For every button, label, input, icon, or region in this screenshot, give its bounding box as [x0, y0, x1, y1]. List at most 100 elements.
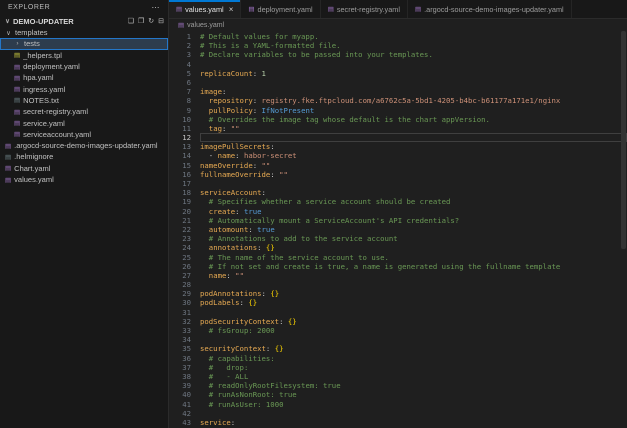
code-line[interactable]: 10 # Overrides the image tag whose defau…	[169, 115, 627, 124]
tree-item-label: NOTES.txt	[23, 96, 59, 105]
project-header[interactable]: ∨ DEMO-UPDATER ❏ ❐ ↻ ⊟	[0, 15, 168, 27]
code-line[interactable]: 9 pullPolicy: IfNotPresent	[169, 106, 627, 115]
code-line[interactable]: 2# This is a YAML-formatted file.	[169, 41, 627, 50]
yaml-file-icon: ▤	[328, 5, 334, 13]
code-line[interactable]: 36 # capabilities:	[169, 354, 627, 363]
code-line[interactable]: 42	[169, 409, 627, 418]
collapse-all-icon[interactable]: ⊟	[158, 17, 164, 25]
breadcrumb[interactable]: ▤ values.yaml	[169, 19, 627, 31]
tree-item-values-yaml[interactable]: ▤values.yaml	[0, 174, 168, 185]
code-line[interactable]: 27 name: ""	[169, 271, 627, 280]
code-line[interactable]: 19 # Specifies whether a service account…	[169, 197, 627, 206]
more-actions-icon[interactable]: ⋯	[152, 3, 161, 12]
code-line-text: # Specifies whether a service account sh…	[200, 197, 627, 206]
tree-item-chart-yaml[interactable]: ▤Chart.yaml	[0, 163, 168, 174]
explorer-sidebar: EXPLORER ⋯ ∨ DEMO-UPDATER ❏ ❐ ↻ ⊟ ∨templ…	[0, 0, 169, 428]
line-number: 24	[169, 243, 200, 252]
refresh-icon[interactable]: ↻	[148, 17, 154, 25]
tree-item-argocd-source-demo-images-updater-yaml[interactable]: ▤.argocd-source-demo-images-updater.yaml	[0, 140, 168, 151]
code-line[interactable]: 14 - name: habor-secret	[169, 151, 627, 160]
code-line[interactable]: 41 # runAsUser: 1000	[169, 400, 627, 409]
code-line[interactable]: 3# Declare variables to be passed into y…	[169, 50, 627, 59]
code-line[interactable]: 38 # - ALL	[169, 372, 627, 381]
code-line[interactable]: 24 annotations: {}	[169, 243, 627, 252]
scrollbar-thumb[interactable]	[621, 31, 626, 249]
tree-item-label: service.yaml	[23, 119, 65, 128]
tab-deployment-yaml[interactable]: ▤deployment.yaml	[241, 0, 320, 18]
line-number: 43	[169, 418, 200, 427]
code-line[interactable]: 11 tag: ""	[169, 124, 627, 133]
explorer-header: EXPLORER ⋯	[0, 0, 168, 15]
tab-argocd-source-demo-images-updater-yaml[interactable]: ▤.argocd-source-demo-images-updater.yaml	[408, 0, 572, 18]
code-line[interactable]: 23 # Annotations to add to the service a…	[169, 234, 627, 243]
line-number: 42	[169, 409, 200, 418]
tree-item-templates[interactable]: ∨templates	[0, 27, 168, 38]
tree-item-serviceaccount-yaml[interactable]: ▤serviceaccount.yaml	[0, 129, 168, 140]
tree-item-label: values.yaml	[14, 175, 54, 184]
code-line[interactable]: 4	[169, 60, 627, 69]
code-line[interactable]: 12	[169, 133, 627, 142]
code-line[interactable]: 28	[169, 280, 627, 289]
code-line[interactable]: 20 create: true	[169, 207, 627, 216]
yaml-file-icon: ▤	[5, 164, 11, 172]
scrollbar[interactable]	[620, 31, 627, 428]
tree-item-tests[interactable]: ›tests	[0, 38, 168, 49]
code-line[interactable]: 8 repository: registry.fke.ftpcloud.com/…	[169, 96, 627, 105]
code-editor[interactable]: 1# Default values for myapp.2# This is a…	[169, 31, 627, 428]
line-number: 5	[169, 69, 200, 78]
code-line[interactable]: 17	[169, 179, 627, 188]
code-line[interactable]: 1# Default values for myapp.	[169, 32, 627, 41]
tree-item-label: _helpers.tpl	[23, 51, 62, 60]
close-icon[interactable]: ×	[229, 5, 234, 14]
code-line[interactable]: 34	[169, 335, 627, 344]
tree-item-label: hpa.yaml	[23, 73, 53, 82]
explorer-title: EXPLORER	[8, 4, 50, 11]
code-line[interactable]: 18serviceAccount:	[169, 188, 627, 197]
tree-item-helpers-tpl[interactable]: ▤_helpers.tpl	[0, 50, 168, 61]
tree-item-service-yaml[interactable]: ▤service.yaml	[0, 117, 168, 128]
new-folder-icon[interactable]: ❐	[138, 17, 144, 25]
code-line[interactable]: 26 # If not set and create is true, a na…	[169, 262, 627, 271]
tree-item-hpa-yaml[interactable]: ▤hpa.yaml	[0, 72, 168, 83]
line-number: 18	[169, 188, 200, 197]
code-line-text: # Annotations to add to the service acco…	[200, 234, 627, 243]
code-line[interactable]: 25 # The name of the service account to …	[169, 253, 627, 262]
tree-item-label: serviceaccount.yaml	[23, 130, 91, 139]
code-line-text	[200, 60, 627, 69]
line-number: 25	[169, 253, 200, 262]
code-line[interactable]: 35securityContext: {}	[169, 344, 627, 353]
tree-item-deployment-yaml[interactable]: ▤deployment.yaml	[0, 61, 168, 72]
code-line[interactable]: 22 automount: true	[169, 225, 627, 234]
line-number: 9	[169, 106, 200, 115]
code-line[interactable]: 43service:	[169, 418, 627, 427]
line-number: 10	[169, 115, 200, 124]
code-line[interactable]: 31	[169, 308, 627, 317]
tab-secret-registry-yaml[interactable]: ▤secret-registry.yaml	[321, 0, 408, 18]
tree-item-helmignore[interactable]: ▤.helmignore	[0, 151, 168, 162]
code-line[interactable]: 13imagePullSecrets:	[169, 142, 627, 151]
code-line-text: # drop:	[200, 363, 627, 372]
code-line[interactable]: 21 # Automatically mount a ServiceAccoun…	[169, 216, 627, 225]
code-line[interactable]: 39 # readOnlyRootFilesystem: true	[169, 381, 627, 390]
code-line[interactable]: 5replicaCount: 1	[169, 69, 627, 78]
tree-item-notes-txt[interactable]: ▤NOTES.txt	[0, 95, 168, 106]
code-line-text: fullnameOverride: ""	[200, 170, 627, 179]
new-file-icon[interactable]: ❏	[128, 17, 134, 25]
code-line[interactable]: 40 # runAsNonRoot: true	[169, 390, 627, 399]
code-line[interactable]: 6	[169, 78, 627, 87]
code-line[interactable]: 29podAnnotations: {}	[169, 289, 627, 298]
code-line[interactable]: 16fullnameOverride: ""	[169, 170, 627, 179]
code-line[interactable]: 37 # drop:	[169, 363, 627, 372]
txt-file-icon: ▤	[14, 96, 20, 104]
line-number: 35	[169, 344, 200, 353]
code-line[interactable]: 32podSecurityContext: {}	[169, 317, 627, 326]
code-line[interactable]: 15nameOverride: ""	[169, 161, 627, 170]
tree-item-secret-registry-yaml[interactable]: ▤secret-registry.yaml	[0, 106, 168, 117]
code-line[interactable]: 33 # fsGroup: 2000	[169, 326, 627, 335]
tree-item-label: ingress.yaml	[23, 85, 65, 94]
code-line[interactable]: 30podLabels: {}	[169, 298, 627, 307]
line-number: 16	[169, 170, 200, 179]
tab-values-yaml[interactable]: ▤values.yaml×	[169, 0, 241, 18]
code-line[interactable]: 7image:	[169, 87, 627, 96]
tree-item-ingress-yaml[interactable]: ▤ingress.yaml	[0, 83, 168, 94]
